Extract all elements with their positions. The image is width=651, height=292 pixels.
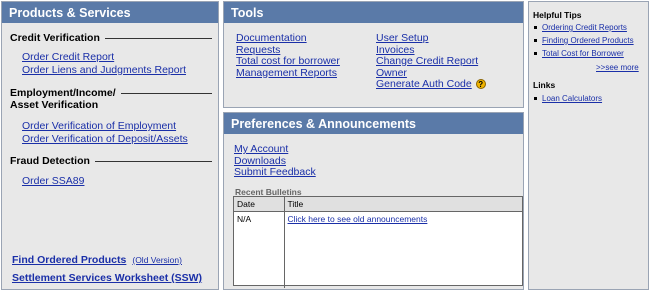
preferences-header: Preferences & Announcements — [224, 113, 523, 134]
order-verification-deposit-link[interactable]: Order Verification of Deposit/Assets — [22, 133, 188, 145]
order-verification-employment-link[interactable]: Order Verification of Employment — [22, 120, 176, 132]
order-ssa89-link[interactable]: Order SSA89 — [22, 175, 84, 187]
submit-feedback-link[interactable]: Submit Feedback — [234, 166, 316, 178]
tip-item[interactable]: Finding Ordered Products — [534, 36, 634, 45]
tools-header: Tools — [224, 2, 523, 23]
find-ordered-row: Find Ordered Products (Old Version) — [2, 254, 218, 266]
employment-title-line1: Employment/Income/ — [10, 87, 116, 99]
section-divider — [104, 37, 212, 39]
settlement-row: Settlement Services Worksheet (SSW) — [2, 272, 218, 284]
my-account-link[interactable]: My Account — [234, 143, 288, 155]
products-services-panel: Products & Services Credit Verification … — [1, 1, 219, 290]
fraud-detection-title: Fraud Detection — [2, 155, 218, 167]
tools-column-1: Documentation Requests Total cost for bo… — [236, 32, 376, 91]
downloads-link[interactable]: Downloads — [234, 155, 286, 167]
tip-item[interactable]: Total Cost for Borrower — [534, 49, 624, 58]
bullet-icon — [534, 26, 537, 29]
employment-title-line2: Asset Verification — [10, 99, 99, 111]
date-column-header: Date — [234, 197, 285, 212]
bulletin-date: N/A — [234, 211, 285, 288]
user-setup-link[interactable]: User Setup — [376, 32, 429, 44]
tip-finding-ordered-link[interactable]: Finding Ordered Products — [542, 36, 634, 45]
documentation-link[interactable]: Documentation — [236, 32, 307, 44]
tip-ordering-credit-link[interactable]: Ordering Credit Reports — [542, 23, 627, 32]
products-services-header: Products & Services — [2, 2, 218, 23]
tools-panel: Tools Documentation Requests Total cost … — [223, 1, 524, 108]
bullet-icon — [534, 97, 537, 100]
order-credit-report-link[interactable]: Order Credit Report — [22, 51, 114, 63]
tools-column-2: User Setup Invoices Change Credit Report… — [376, 32, 486, 91]
preferences-panel: Preferences & Announcements My Account D… — [223, 112, 524, 290]
employment-title: Employment/Income/ Asset Verification — [2, 87, 218, 111]
old-announcements-link[interactable]: Click here to see old announcements — [288, 214, 428, 224]
links-title: Links — [533, 80, 556, 90]
credit-verification-title: Credit Verification — [2, 32, 218, 44]
credit-verification-label: Credit Verification — [10, 32, 100, 44]
requests-link[interactable]: Requests — [236, 44, 280, 56]
tip-total-cost-link[interactable]: Total Cost for Borrower — [542, 49, 624, 58]
total-cost-link[interactable]: Total cost for borrower — [236, 55, 340, 67]
invoices-link[interactable]: Invoices — [376, 44, 415, 56]
helpful-tips-panel: Helpful Tips Ordering Credit Reports Fin… — [528, 1, 649, 290]
bullet-icon — [534, 52, 537, 55]
owner-link[interactable]: Owner — [376, 67, 407, 79]
old-version-link[interactable]: (Old Version) — [132, 255, 182, 265]
section-divider — [94, 160, 212, 162]
find-ordered-products-link[interactable]: Find Ordered Products — [12, 254, 126, 266]
preferences-links: My Account Downloads Submit Feedback — [234, 143, 316, 179]
bullet-icon — [534, 39, 537, 42]
management-reports-link[interactable]: Management Reports — [236, 67, 337, 79]
order-liens-judgments-link[interactable]: Order Liens and Judgments Report — [22, 64, 186, 76]
table-row: N/A Click here to see old announcements — [234, 211, 522, 288]
help-icon[interactable]: ? — [475, 79, 486, 90]
bulletins-table: Date Title N/A Click here to see old ann… — [233, 196, 523, 288]
see-more-link[interactable]: >>see more — [596, 63, 639, 72]
fraud-detection-label: Fraud Detection — [10, 155, 90, 167]
tip-item[interactable]: Loan Calculators — [534, 94, 602, 103]
tip-item[interactable]: Ordering Credit Reports — [534, 23, 627, 32]
settlement-worksheet-link[interactable]: Settlement Services Worksheet (SSW) — [12, 272, 202, 284]
title-column-header: Title — [284, 197, 522, 212]
generate-auth-code-link[interactable]: Generate Auth Code — [376, 78, 472, 90]
loan-calculators-link[interactable]: Loan Calculators — [542, 94, 602, 103]
change-credit-report-link[interactable]: Change Credit Report — [376, 55, 478, 67]
helpful-tips-title: Helpful Tips — [533, 10, 582, 20]
section-divider — [120, 92, 212, 94]
